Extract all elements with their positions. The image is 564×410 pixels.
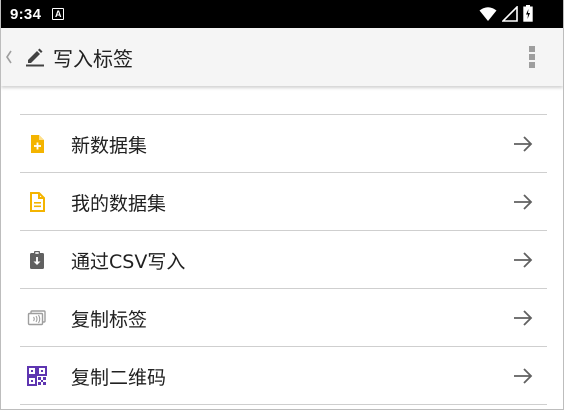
wifi-icon	[479, 6, 497, 21]
notification-icon: A	[52, 8, 65, 20]
status-bar: 9:34 A	[1, 0, 563, 28]
arrow-right-icon	[514, 310, 533, 326]
menu-item-label: 通过CSV写入	[71, 251, 186, 273]
new-file-icon	[31, 135, 44, 153]
menu-item-label: 我的数据集	[71, 193, 167, 215]
page-title: 写入标签	[53, 47, 133, 71]
arrow-right-icon	[514, 136, 533, 152]
more-options-icon[interactable]	[529, 45, 535, 69]
cell-signal-icon	[502, 5, 518, 22]
back-chevron-icon[interactable]	[4, 48, 14, 66]
toolbar: 写入标签	[1, 28, 563, 86]
app-window: 9:34 A 写入标签 新数据集 我的数据集 通过CSV写入 复制标签 复制二维…	[0, 0, 564, 410]
menu-item-label: 复制标签	[71, 309, 148, 331]
pencil-icon	[26, 48, 44, 67]
menu-list: 新数据集 我的数据集 通过CSV写入 复制标签 复制二维码	[20, 114, 547, 405]
menu-item-my-datasets[interactable]: 我的数据集	[20, 173, 547, 231]
nfc-tag-icon	[27, 310, 46, 326]
status-time: 9:34	[10, 5, 42, 23]
arrow-right-icon	[514, 368, 533, 384]
arrow-right-icon	[514, 252, 533, 268]
menu-item-write-via-csv[interactable]: 通过CSV写入	[20, 231, 547, 289]
qr-code-icon	[27, 366, 47, 386]
arrow-right-icon	[514, 194, 533, 210]
menu-item-copy-qr-code[interactable]: 复制二维码	[20, 347, 547, 405]
clipboard-download-icon	[30, 251, 44, 269]
status-icons	[479, 5, 533, 22]
menu-item-label: 复制二维码	[71, 367, 167, 389]
menu-item-new-dataset[interactable]: 新数据集	[20, 115, 547, 173]
menu-item-label: 新数据集	[71, 135, 148, 157]
menu-item-copy-tag[interactable]: 复制标签	[20, 289, 547, 347]
battery-icon	[523, 5, 533, 22]
document-icon	[30, 192, 45, 212]
notification-letter: A	[54, 8, 62, 19]
